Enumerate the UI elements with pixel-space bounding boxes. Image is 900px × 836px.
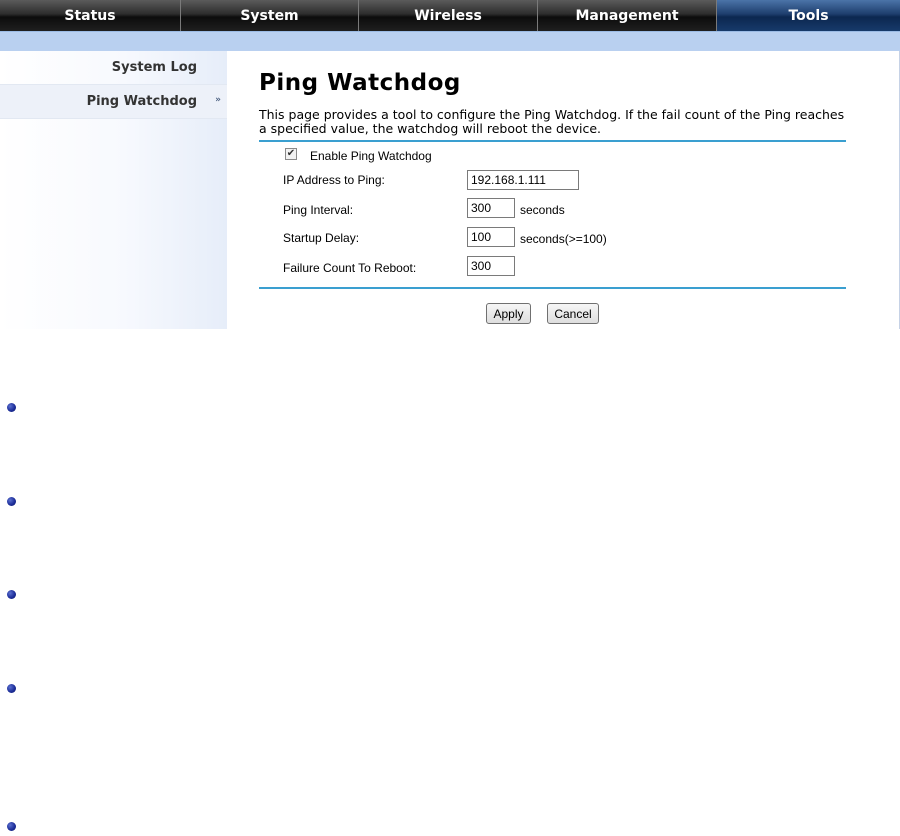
tab-wireless[interactable]: Wireless — [359, 0, 538, 31]
ping-interval-label: Ping Interval: — [283, 203, 354, 217]
apply-button[interactable]: Apply — [486, 303, 531, 324]
ip-address-label: IP Address to Ping: — [283, 173, 385, 187]
enable-ping-watchdog-checkbox[interactable]: ✔ — [285, 148, 297, 160]
sidebar-item-label: Ping Watchdog — [86, 94, 197, 109]
tab-status[interactable]: Status — [0, 0, 181, 31]
divider-top — [259, 140, 846, 142]
sub-menu-bar — [0, 31, 900, 51]
startup-delay-unit: seconds(>=100) — [520, 232, 607, 246]
top-nav: Status System Wireless Management Tools — [0, 0, 900, 31]
tab-management[interactable]: Management — [538, 0, 717, 31]
ping-interval-input[interactable] — [467, 198, 515, 218]
enable-ping-watchdog-label: Enable Ping Watchdog — [310, 149, 432, 163]
page-title: Ping Watchdog — [259, 70, 461, 96]
cancel-button[interactable]: Cancel — [547, 303, 599, 324]
ping-interval-unit: seconds — [520, 203, 565, 217]
sidebar-item-label: System Log — [111, 60, 197, 75]
startup-delay-input[interactable] — [467, 227, 515, 247]
sidebar-item-system-log[interactable]: System Log — [0, 51, 227, 85]
sidebar-item-ping-watchdog[interactable]: Ping Watchdog » — [0, 85, 227, 119]
bullet-icon — [7, 822, 16, 831]
ip-address-input[interactable] — [467, 170, 579, 190]
bullet-icon — [7, 590, 16, 599]
bullet-icon — [7, 403, 16, 412]
page-description: This page provides a tool to configure t… — [259, 107, 845, 136]
bullet-icon — [7, 497, 16, 506]
failure-count-input[interactable] — [467, 256, 515, 276]
startup-delay-label: Startup Delay: — [283, 231, 360, 245]
tab-system[interactable]: System — [181, 0, 359, 31]
failure-count-label: Failure Count To Reboot: — [283, 261, 417, 275]
divider-bottom — [259, 287, 846, 289]
double-chevron-right-icon: » — [215, 95, 221, 105]
bullet-icon — [7, 684, 16, 693]
sidebar: System Log Ping Watchdog » — [0, 51, 227, 329]
tab-tools[interactable]: Tools — [717, 0, 900, 31]
